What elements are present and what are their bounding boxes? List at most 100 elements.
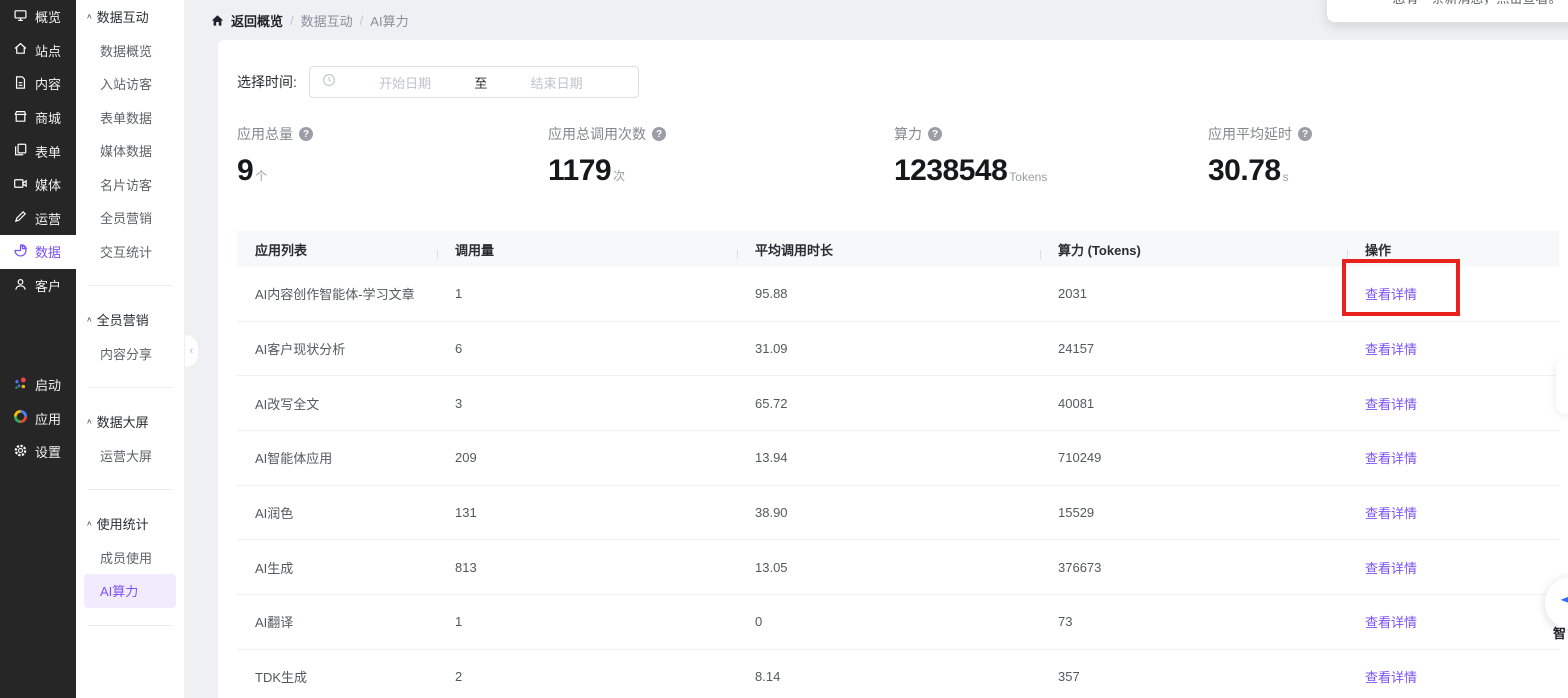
sidebar-item-overview[interactable]: 概览 (0, 0, 76, 34)
submenu-item-card-visitors[interactable]: 名片访客 (76, 168, 184, 202)
sidebar-item-media[interactable]: 媒体 (0, 168, 76, 202)
avg-duration-value: 0 (737, 614, 1040, 629)
notification-toast[interactable]: 您有一条新消息，点击查看。 (1327, 0, 1568, 22)
table-row: AI生成 813 13.05 376673 查看详情 (237, 540, 1559, 595)
view-details-link[interactable]: 查看详情 (1365, 506, 1417, 521)
tokens-value: 24157 (1040, 341, 1347, 356)
avg-duration-value: 8.14 (737, 669, 1040, 684)
calls-value: 209 (437, 450, 737, 465)
app-name: AI翻译 (237, 612, 437, 631)
calls-value: 131 (437, 505, 737, 520)
sidebar-item-data[interactable]: 数据 (0, 235, 76, 269)
stat-value: 30.78 (1208, 156, 1281, 186)
chevron-up-icon: ∧ (86, 519, 93, 528)
tokens-value: 40081 (1040, 396, 1347, 411)
sidebar-item-label: 数据 (35, 242, 61, 261)
tokens-value: 73 (1040, 614, 1347, 629)
table-row: TDK生成 2 8.14 357 查看详情 (237, 650, 1559, 698)
end-date-placeholder[interactable]: 结束日期 (487, 73, 626, 92)
sidebar-item-launch[interactable]: 启动 (0, 368, 76, 402)
avg-duration-value: 38.90 (737, 505, 1040, 520)
chevron-up-icon: ∧ (86, 12, 93, 21)
sidebar-item-settings[interactable]: 设置 (0, 435, 76, 469)
sidebar-item-label: 商城 (35, 108, 61, 127)
submenu-item-media-data[interactable]: 媒体数据 (76, 134, 184, 168)
stat-value: 1179 (548, 156, 611, 186)
help-icon[interactable]: ? (928, 127, 942, 141)
tokens-value: 2031 (1040, 286, 1347, 301)
app-name: AI内容创作智能体-学习文章 (237, 284, 437, 303)
submenu-item-operation-screen[interactable]: 运营大屏 (76, 439, 184, 473)
start-date-placeholder[interactable]: 开始日期 (336, 73, 475, 92)
sidebar-item-label: 表单 (35, 142, 61, 161)
submenu-group-data-interaction[interactable]: ∧ 数据互动 (76, 0, 184, 34)
secondary-sidebar: ∧ 数据互动 数据概览 入站访客 表单数据 媒体数据 名片访客 全员营销 交互统… (76, 0, 185, 698)
divider (88, 387, 172, 388)
help-icon[interactable]: ? (652, 127, 666, 141)
view-details-link[interactable]: 查看详情 (1365, 670, 1417, 685)
submenu-item-member-usage[interactable]: 成员使用 (76, 541, 184, 575)
breadcrumb-current-page: AI算力 (370, 11, 408, 30)
view-details-link[interactable]: 查看详情 (1365, 342, 1417, 357)
submenu-item-ai-power[interactable]: AI算力 (84, 574, 176, 608)
sidebar-item-mall[interactable]: 商城 (0, 101, 76, 135)
clock-icon (322, 73, 336, 92)
submenu-item-interaction-stats[interactable]: 交互统计 (76, 235, 184, 269)
sidebar-item-site[interactable]: 站点 (0, 34, 76, 68)
calls-value: 3 (437, 396, 737, 411)
form-copy-icon (13, 142, 28, 160)
submenu-item-form-data[interactable]: 表单数据 (76, 101, 184, 135)
view-details-link[interactable]: 查看详情 (1365, 397, 1417, 412)
stat-label: 算力 (894, 124, 922, 144)
sidebar-item-form[interactable]: 表单 (0, 134, 76, 168)
time-filter: 选择时间: 开始日期 至 结束日期 (237, 66, 639, 98)
sidebar-item-label: 站点 (35, 41, 61, 60)
avg-duration-value: 65.72 (737, 396, 1040, 411)
column-header-actions: 操作 (1347, 240, 1559, 259)
overview-icon (13, 8, 28, 26)
content-card: 选择时间: 开始日期 至 结束日期 应用总量? 9个 应用总调用次数? 1179… (218, 40, 1568, 698)
submenu-item-content-share[interactable]: 内容分享 (76, 337, 184, 371)
help-icon[interactable]: ? (299, 127, 313, 141)
sidebar-item-apps[interactable]: 应用 (0, 402, 76, 436)
sidebar-item-content[interactable]: 内容 (0, 67, 76, 101)
view-details-link[interactable]: 查看详情 (1365, 615, 1417, 630)
view-details-link[interactable]: 查看详情 (1365, 561, 1417, 576)
view-details-link[interactable]: 查看详情 (1365, 451, 1417, 466)
table-header: 应用列表 调用量 平均调用时长 算力 (Tokens) 操作 (237, 231, 1559, 267)
table-row: AI翻译 1 0 73 查看详情 (237, 595, 1559, 650)
calls-value: 2 (437, 669, 737, 684)
submenu-item-data-overview[interactable]: 数据概览 (76, 34, 184, 68)
sidebar-item-label: 运营 (35, 209, 61, 228)
view-details-link[interactable]: 查看详情 (1365, 287, 1417, 302)
divider (88, 625, 172, 626)
sidebar-item-customer[interactable]: 客户 (0, 269, 76, 303)
sidebar-item-operation[interactable]: 运营 (0, 202, 76, 236)
tokens-value: 376673 (1040, 560, 1347, 575)
home-icon[interactable] (211, 14, 224, 27)
calls-value: 1 (437, 614, 737, 629)
column-header-calls: 调用量 (437, 240, 737, 259)
submenu-item-all-marketing[interactable]: 全员营销 (76, 201, 184, 235)
breadcrumb-separator: / (290, 13, 294, 28)
stat-computing-power: 算力? 1238548Tokens (894, 124, 1047, 186)
sidebar-collapse-handle[interactable]: ‹ (185, 334, 199, 368)
breadcrumb-link-data-interaction[interactable]: 数据互动 (301, 11, 353, 30)
breadcrumb-back-link[interactable]: 返回概览 (231, 11, 283, 30)
table-row: AI润色 131 38.90 15529 查看详情 (237, 486, 1559, 541)
app-name: AI润色 (237, 503, 437, 522)
avg-duration-value: 31.09 (737, 341, 1040, 356)
calls-value: 6 (437, 341, 737, 356)
submenu-item-inbound-visitors[interactable]: 入站访客 (76, 67, 184, 101)
submenu-group-all-marketing[interactable]: ∧ 全员营销 (76, 303, 184, 337)
avg-duration-value: 95.88 (737, 286, 1040, 301)
app-name: TDK生成 (237, 667, 437, 686)
gear-icon (13, 443, 28, 461)
right-panel-handle[interactable] (1556, 358, 1568, 414)
submenu-group-usage-stats[interactable]: ∧ 使用统计 (76, 507, 184, 541)
app-name: AI客户现状分析 (237, 339, 437, 358)
help-icon[interactable]: ? (1298, 127, 1312, 141)
date-range-picker[interactable]: 开始日期 至 结束日期 (309, 66, 639, 98)
submenu-group-data-screen[interactable]: ∧ 数据大屏 (76, 405, 184, 439)
tokens-value: 710249 (1040, 450, 1347, 465)
